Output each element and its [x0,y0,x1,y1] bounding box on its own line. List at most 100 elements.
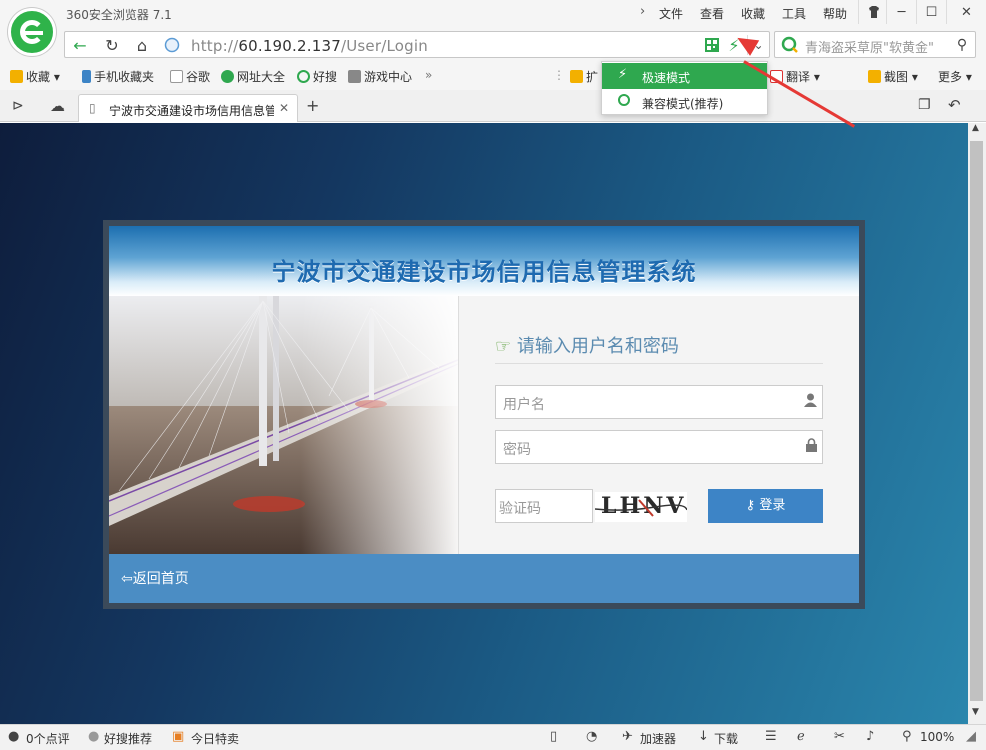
cloud-icon[interactable]: ☁ [50,97,65,115]
phone-icon [82,70,91,83]
bookmark-google[interactable]: 谷歌 [170,68,210,85]
system-title: 宁波市交通建设市场信用信息管理系统 [271,258,697,286]
download-button[interactable]: 下载 [714,730,738,747]
scroll-thumb[interactable] [970,141,983,701]
ie-mode-icon[interactable]: ℯ [797,729,805,744]
search-engine-icon[interactable] [779,35,801,55]
browser-logo-icon[interactable] [8,8,56,56]
haosou-icon [297,70,310,83]
form-heading: ☞ 请输入用户名和密码 [495,332,823,364]
recommend-icon: ● [88,729,100,744]
captcha-image[interactable]: LHNV [595,492,687,522]
app-title: 360安全浏览器 7.1 [66,8,172,22]
download-icon: ↓ [698,729,709,744]
new-tab-icon[interactable]: + [306,96,319,115]
menu-favorites[interactable]: 收藏 [741,5,765,22]
search-icon[interactable]: ⚲ [951,35,973,55]
gamepad-icon [348,70,361,83]
password-field[interactable]: 密码 [495,430,823,464]
menu-file[interactable]: 文件 [659,5,683,22]
captcha-placeholder: 验证码 [499,501,541,517]
username-placeholder: 用户名 [503,397,545,413]
tab-title: 宁波市交通建设市场信用信息管 [109,104,274,118]
menu-tools[interactable]: 工具 [782,5,806,22]
menu-expand-icon[interactable]: › [640,4,645,19]
title-bar: 360安全浏览器 7.1 › 文件 查看 收藏 工具 帮助 ─ ☐ ✕ [0,0,986,26]
fast-mode-option[interactable]: ⚡ 极速模式 [602,63,767,89]
back-home-link[interactable]: ⇦返回首页 [121,568,189,588]
resize-grip-icon[interactable]: ◢ [966,729,976,744]
refresh-icon[interactable]: ↻ [101,35,123,55]
bookmark-mobile[interactable]: 手机收藏夹 [82,68,154,85]
login-panel: 宁波市交通建设市场信用信息管理系统 ☞ 请输入用户名和密码 用户名 密码 验证码… [103,220,865,609]
bookmarks-more-chevron[interactable]: » [425,68,432,82]
tab-login[interactable]: ▯ 宁波市交通建设市场信用信息管 ✕ [78,94,298,122]
page-icon: ▯ [89,101,96,115]
scroll-up-icon[interactable]: ▲ [972,123,979,133]
bookmark-more[interactable]: 更多 ▾ [938,68,972,85]
password-placeholder: 密码 [503,442,531,458]
undo-close-icon[interactable]: ↶ [948,96,961,114]
header-banner: 宁波市交通建设市场信用信息管理系统 [109,226,859,296]
comment-icon: ● [8,729,20,744]
restore-tabs-icon[interactable]: ❐ [918,97,931,113]
home-icon[interactable]: ⌂ [131,35,153,55]
address-bar[interactable]: ← ↻ ⌂ http://60.190.2.137/User/Login ⚡ ⌄ [64,31,770,58]
deals-link[interactable]: 今日特卖 [191,730,239,747]
maximize-icon[interactable]: ☐ [916,0,946,24]
comments-count[interactable]: 0个点评 [26,730,70,747]
speed-icon[interactable]: ◔ [586,729,597,744]
site-globe-icon [161,35,183,55]
username-field[interactable]: 用户名 [495,385,823,419]
tab-close-icon[interactable]: ✕ [279,101,289,115]
back-icon[interactable]: ← [69,35,91,55]
bookmark-haosou[interactable]: 好搜 [297,68,337,85]
key-icon: ⚷ [745,498,756,513]
bookmark-favorites[interactable]: 收藏 ▾ [10,68,60,85]
minimize-icon[interactable]: ─ [886,0,916,24]
volume-icon[interactable]: ♪ [866,729,874,744]
bookmark-games[interactable]: 游戏中心 [348,68,412,85]
menu-help[interactable]: 帮助 [823,5,847,22]
bookmark-nav[interactable]: 网址大全 [221,68,285,85]
page-viewport: 宁波市交通建设市场信用信息管理系统 ☞ 请输入用户名和密码 用户名 密码 验证码… [0,123,968,724]
menu-view[interactable]: 查看 [700,5,724,22]
bookmark-extensions[interactable]: 扩 [570,68,598,85]
plus-icon [221,70,234,83]
sidebar-toggle-icon[interactable]: ⊳ [12,98,24,114]
skin-icon[interactable] [858,0,888,24]
bookmarks-bar: 收藏 ▾ 手机收藏夹 谷歌 网址大全 好搜 游戏中心 » ⋮ 扩 翻译 ▾ 截图… [0,62,986,90]
zoom-level[interactable]: 100% [920,730,954,744]
search-box[interactable]: 青海盗采草原"软黄金" ⚲ [774,31,976,58]
bridge-image [109,296,458,554]
lock-icon [806,438,817,456]
vertical-scrollbar[interactable]: ▲ ▼ [968,123,986,724]
toolbar-divider: ⋮ [553,68,565,82]
apps-icon [570,70,583,83]
rocket-icon: ✈ [622,729,633,744]
bookmark-screenshot[interactable]: 截图 ▾ [868,68,918,85]
tools-icon[interactable]: ✂ [834,729,845,744]
recommend-link[interactable]: 好搜推荐 [104,730,152,747]
compat-mode-option[interactable]: 兼容模式(推荐) [602,89,767,115]
search-input[interactable]: 青海盗采草原"软黄金" [805,37,955,56]
login-form: ☞ 请输入用户名和密码 用户名 密码 验证码 LHNV [458,296,859,554]
scroll-down-icon[interactable]: ▼ [972,707,979,717]
gift-icon: ▣ [172,729,185,744]
url-text[interactable]: http://60.190.2.137/User/Login [191,37,428,55]
status-bar: ● 0个点评 ● 好搜推荐 ▣ 今日特卖 ▯ ◔ ✈ 加速器 ↓ 下载 ☰ ℯ … [0,724,986,750]
menu-lines-icon[interactable]: ☰ [765,729,777,744]
navigation-bar: ← ↻ ⌂ http://60.190.2.137/User/Login ⚡ ⌄… [0,26,986,62]
login-button[interactable]: ⚷ 登录 [708,489,823,523]
captcha-field[interactable]: 验证码 [495,489,593,523]
zoom-icon: ⚲ [902,729,912,744]
qrcode-icon[interactable] [701,35,723,55]
scissors-icon [868,70,881,83]
panel-footer: ⇦返回首页 [109,554,859,603]
accelerator-button[interactable]: 加速器 [640,730,676,747]
close-window-icon[interactable]: ✕ [946,0,986,24]
lightning-icon: ⚡ [618,67,628,82]
mode-dropdown-menu: ⚡ 极速模式 兼容模式(推荐) [601,61,768,115]
mobile-icon[interactable]: ▯ [550,729,557,744]
user-icon [804,393,817,411]
